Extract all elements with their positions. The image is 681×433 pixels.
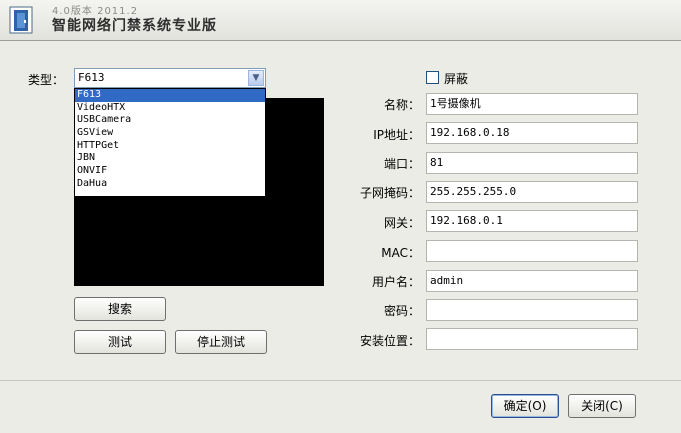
search-button[interactable]: 搜索 — [74, 297, 166, 321]
port-label: 端口： — [383, 157, 420, 171]
type-dropdown-list[interactable]: F613 VideoHTX USBCamera GSView HTTPGet J… — [74, 88, 266, 197]
password-field[interactable] — [426, 299, 638, 321]
username-field[interactable]: admin — [426, 270, 638, 292]
mac-field[interactable] — [426, 240, 638, 262]
username-label: 用户名： — [371, 275, 420, 289]
mac-label: MAC： — [381, 246, 420, 260]
subnet-field[interactable]: 255.255.255.0 — [426, 181, 638, 203]
type-select[interactable]: F613 ▼ — [74, 68, 266, 88]
close-button[interactable]: 关闭(C) — [568, 394, 636, 418]
location-label: 安装位置： — [359, 334, 420, 348]
dropdown-option[interactable]: DaHua — [75, 178, 265, 191]
door-icon — [9, 6, 33, 34]
subnet-label: 子网掩码： — [359, 186, 420, 200]
title-bar: 4.0版本 2011.2 智能网络门禁系统专业版 — [0, 0, 681, 41]
dropdown-option[interactable]: HTTPGet — [75, 140, 265, 153]
location-field[interactable] — [426, 328, 638, 350]
dropdown-option[interactable]: ONVIF — [75, 165, 265, 178]
window-title: 智能网络门禁系统专业版 — [52, 18, 217, 34]
type-select-value: F613 — [78, 71, 105, 84]
ip-field[interactable]: 192.168.0.18 — [426, 122, 638, 144]
chevron-down-icon[interactable]: ▼ — [248, 70, 264, 86]
password-label: 密码： — [383, 304, 420, 318]
name-label: 名称： — [383, 98, 420, 112]
ip-label: IP地址： — [373, 128, 420, 142]
gateway-field[interactable]: 192.168.0.1 — [426, 210, 638, 232]
dropdown-option[interactable]: JBN — [75, 152, 265, 165]
dropdown-option[interactable]: VideoHTX — [75, 102, 265, 115]
ok-button[interactable]: 确定(O) — [491, 394, 559, 418]
mask-checkbox[interactable] — [426, 71, 439, 84]
dropdown-option[interactable]: GSView — [75, 127, 265, 140]
stop-test-button[interactable]: 停止测试 — [175, 330, 267, 354]
type-label: 类型： — [28, 73, 65, 87]
test-button[interactable]: 测试 — [74, 330, 166, 354]
mask-label: 屏蔽 — [444, 72, 469, 86]
divider — [0, 380, 681, 381]
dropdown-option[interactable]: F613 — [75, 89, 265, 102]
name-field[interactable]: 1号摄像机 — [426, 93, 638, 115]
gateway-label: 网关： — [383, 216, 420, 230]
dropdown-option[interactable]: USBCamera — [75, 114, 265, 127]
port-field[interactable]: 81 — [426, 152, 638, 174]
